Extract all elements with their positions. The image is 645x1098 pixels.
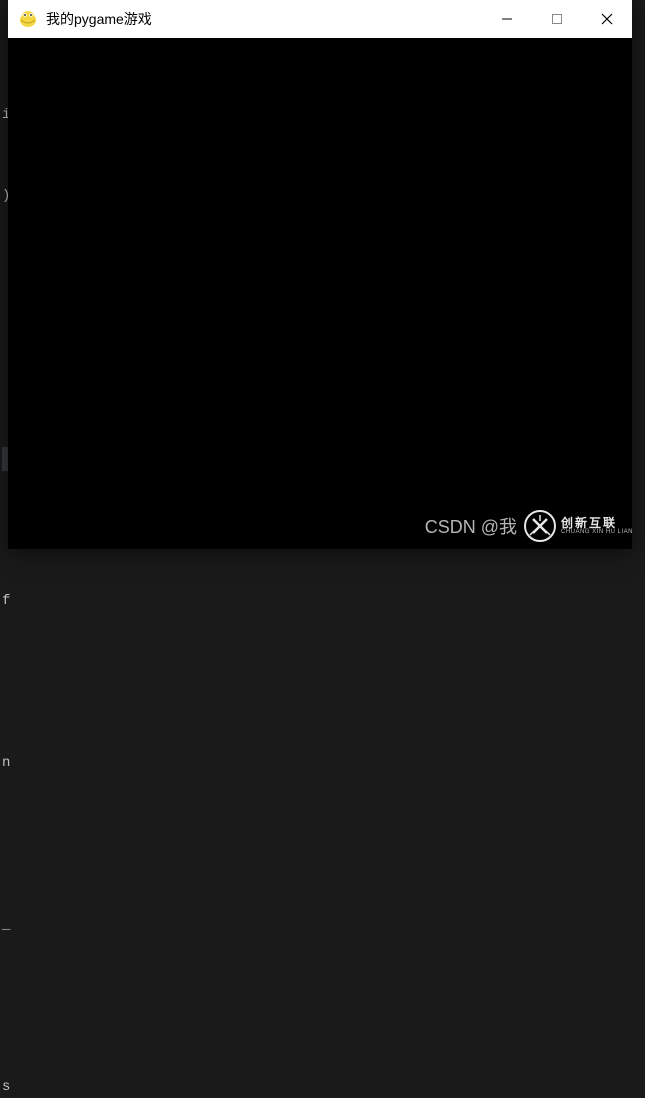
- minimize-button[interactable]: [482, 0, 532, 38]
- code-line: [2, 831, 645, 858]
- pygame-surface: [8, 38, 632, 549]
- code-line: s: [2, 1074, 645, 1098]
- logo-text-en: CHUANG XIN HU LIAN: [561, 529, 633, 535]
- code-line: n: [2, 750, 645, 777]
- watermark-logo: 创新互联 CHUANG XIN HU LIAN: [523, 509, 633, 543]
- pygame-snake-icon: [18, 9, 38, 29]
- logo-icon: [523, 509, 557, 543]
- close-button[interactable]: [582, 0, 632, 38]
- window-controls: [482, 0, 632, 38]
- logo-text: 创新互联 CHUANG XIN HU LIAN: [561, 517, 633, 535]
- code-line: [2, 669, 645, 696]
- code-line: _: [2, 912, 645, 939]
- code-line: f: [2, 588, 645, 615]
- watermark: CSDN @我 创新互联 CHUANG XIN HU LIAN: [425, 509, 633, 543]
- maximize-button[interactable]: [532, 0, 582, 38]
- logo-text-cn: 创新互联: [561, 517, 633, 529]
- watermark-text: CSDN @我: [425, 513, 517, 539]
- window-title: 我的pygame游戏: [46, 9, 482, 29]
- window-titlebar[interactable]: 我的pygame游戏: [8, 0, 632, 38]
- code-line: [2, 993, 645, 1020]
- pygame-window: 我的pygame游戏: [8, 0, 632, 549]
